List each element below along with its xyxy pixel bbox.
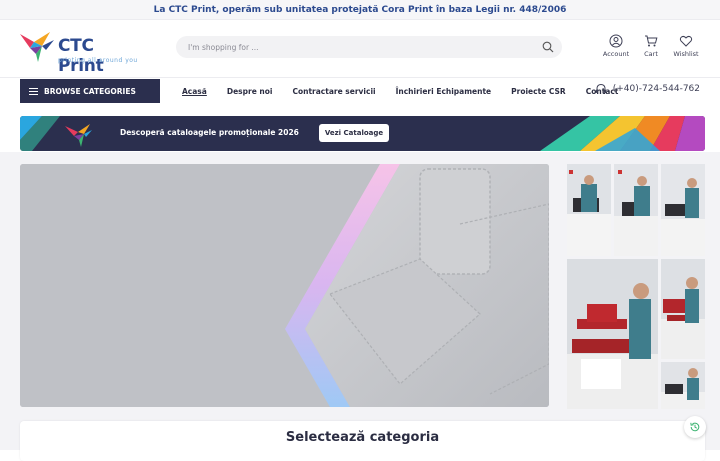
gallery-photo[interactable] <box>614 164 658 256</box>
phone-number: (+40)-724-544-762 <box>612 84 700 94</box>
phone-contact[interactable]: (+40)-724-544-762 <box>595 83 700 95</box>
gallery-photo-image <box>661 259 705 359</box>
browse-categories-button[interactable]: BROWSE CATEGORIES <box>20 79 160 103</box>
headset-icon <box>595 83 606 93</box>
cart-link[interactable]: Cart <box>631 34 671 58</box>
banner-text: Descoperă cataloagele promoționale 2026 <box>120 128 299 137</box>
section-title: Selectează categoria <box>285 430 440 445</box>
nav-item-proiecte-csr[interactable]: Proiecte CSR <box>511 87 566 96</box>
user-icon <box>609 34 623 48</box>
hero-slider[interactable] <box>20 164 549 407</box>
history-icon <box>690 422 700 432</box>
nav-item-inchirieri-echipamente[interactable]: Închirieri Echipamente <box>396 87 492 96</box>
wishlist-link[interactable]: Wishlist <box>666 34 706 58</box>
nav-item-acasa[interactable]: Acasă <box>182 87 207 96</box>
gallery-photo-image <box>567 259 658 409</box>
view-catalogs-button[interactable]: Vezi Cataloage <box>319 124 389 142</box>
history-button[interactable] <box>684 416 706 438</box>
photo-gallery <box>567 164 705 409</box>
gallery-photo-image <box>567 164 611 256</box>
hero-image <box>20 164 549 407</box>
announcement-bar: La CTC Print, operăm sub unitatea protej… <box>0 0 720 20</box>
browse-categories-label: BROWSE CATEGORIES <box>44 86 136 96</box>
search-bar <box>176 36 562 58</box>
gallery-photo[interactable] <box>567 259 658 409</box>
categories-section: Selectează categoria <box>20 421 705 461</box>
search-icon[interactable] <box>542 41 554 53</box>
account-label: Account <box>602 50 630 58</box>
logo-tagline: printing all around you <box>58 57 138 64</box>
gallery-photo-image <box>661 164 705 256</box>
menu-icon <box>29 86 38 97</box>
nav-item-contractare-servicii[interactable]: Contractare servicii <box>292 87 375 96</box>
cart-label: Cart <box>644 50 658 58</box>
promo-banner[interactable]: Descoperă cataloagele promoționale 2026 … <box>20 116 705 151</box>
gallery-photo[interactable] <box>567 164 611 256</box>
gallery-photo[interactable] <box>661 164 705 256</box>
wishlist-label: Wishlist <box>673 50 699 58</box>
heart-icon <box>679 35 693 47</box>
announcement-text: La CTC Print, operăm sub unitatea protej… <box>153 4 567 15</box>
site-header: CTC Print printing all around you Accoun… <box>0 20 720 78</box>
site-logo[interactable]: CTC Print printing all around you <box>20 30 140 76</box>
logo-bird-icon <box>20 32 54 62</box>
gallery-photo[interactable] <box>661 259 705 359</box>
search-input[interactable] <box>188 42 518 52</box>
gallery-photo[interactable] <box>661 362 705 409</box>
logo-name: CTC Print <box>58 36 104 76</box>
main-navigation: BROWSE CATEGORIES Acasă Despre noi Contr… <box>0 79 720 103</box>
nav-menu: Acasă Despre noi Contractare servicii În… <box>182 79 638 103</box>
gallery-photo-image <box>614 164 658 256</box>
nav-item-despre-noi[interactable]: Despre noi <box>227 87 273 96</box>
gallery-photo-image <box>661 362 705 409</box>
account-link[interactable]: Account <box>596 34 636 58</box>
cart-icon <box>645 35 658 47</box>
